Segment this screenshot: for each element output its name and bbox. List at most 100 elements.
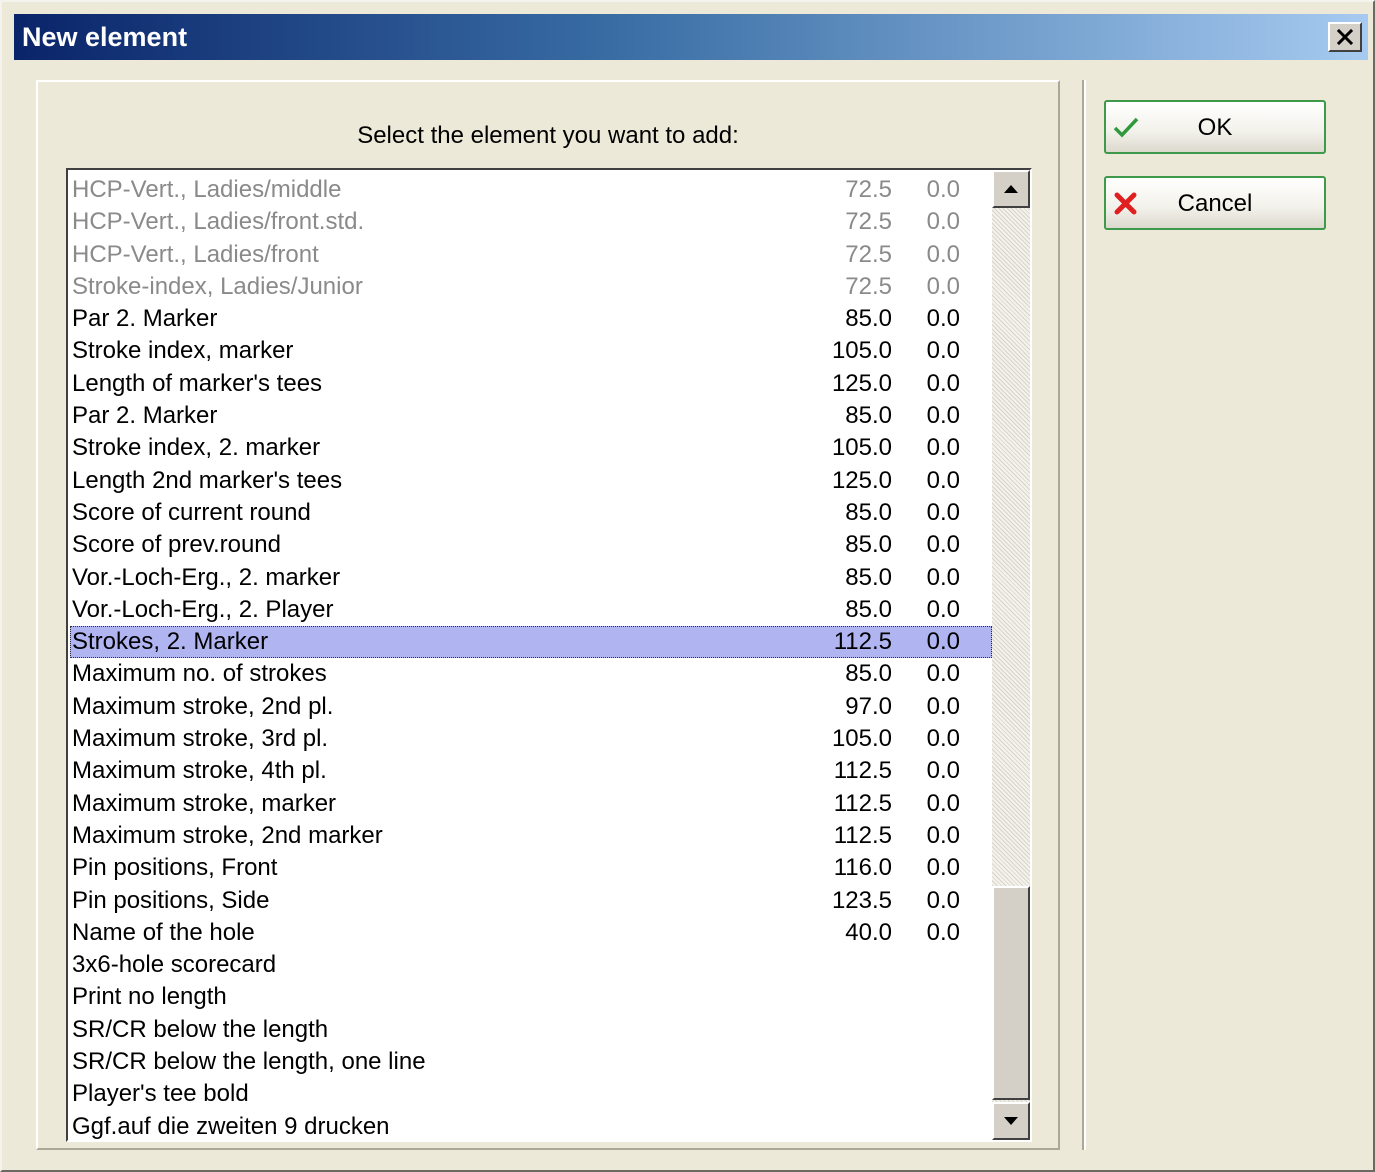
element-name: Par 2. Marker bbox=[72, 402, 218, 430]
element-value-2: 0.0 bbox=[926, 434, 960, 462]
list-item[interactable]: Print no length bbox=[70, 981, 992, 1013]
element-value-2: 0.0 bbox=[926, 272, 960, 300]
element-name: Par 2. Marker bbox=[72, 305, 218, 333]
list-item[interactable]: Vor.-Loch-Erg., 2. Player 85.0 0.0 bbox=[70, 594, 992, 626]
element-name: Ggf.auf die zweiten 9 drucken bbox=[72, 1112, 390, 1140]
list-item[interactable]: HCP-Vert., Ladies/middle 72.5 0.0 bbox=[70, 174, 992, 206]
scroll-down-button[interactable] bbox=[992, 1102, 1030, 1140]
cancel-button[interactable]: Cancel bbox=[1104, 176, 1326, 230]
list-item[interactable]: Pin positions, Side 123.5 0.0 bbox=[70, 885, 992, 917]
list-item[interactable]: Maximum stroke, 3rd pl. 105.0 0.0 bbox=[70, 723, 992, 755]
list-item[interactable]: Maximum no. of strokes 85.0 0.0 bbox=[70, 658, 992, 690]
element-name: Maximum stroke, 2nd pl. bbox=[72, 692, 334, 720]
close-button[interactable] bbox=[1328, 22, 1362, 52]
dialog-window: New element Select the element you want … bbox=[0, 0, 1375, 1172]
element-name: Strokes, 2. Marker bbox=[72, 628, 269, 656]
arrow-down-icon bbox=[1004, 1117, 1018, 1125]
element-name: SR/CR below the length, one line bbox=[72, 1048, 426, 1076]
element-value-1: 72.5 bbox=[845, 240, 892, 268]
element-value-1: 97.0 bbox=[845, 692, 892, 720]
list-item[interactable]: Score of prev.round 85.0 0.0 bbox=[70, 529, 992, 561]
element-name: Length 2nd marker's tees bbox=[72, 466, 343, 494]
element-name: Print no length bbox=[72, 983, 227, 1011]
cancel-button-label: Cancel bbox=[1177, 190, 1253, 217]
list-item[interactable]: Par 2. Marker 85.0 0.0 bbox=[70, 400, 992, 432]
list-item[interactable]: Length of marker's tees 125.0 0.0 bbox=[70, 368, 992, 400]
element-selection-panel: Select the element you want to add: HCP-… bbox=[36, 80, 1060, 1150]
element-value-2: 0.0 bbox=[926, 725, 960, 753]
element-name: Length of marker's tees bbox=[72, 369, 323, 397]
element-value-2: 0.0 bbox=[926, 628, 960, 656]
arrow-up-icon bbox=[1004, 185, 1018, 193]
element-value-1: 112.5 bbox=[833, 628, 892, 656]
element-value-1: 105.0 bbox=[831, 337, 892, 365]
element-value-1: 85.0 bbox=[845, 531, 892, 559]
list-item[interactable]: Strokes, 2. Marker 112.5 0.0 bbox=[70, 626, 992, 659]
list-item[interactable]: Maximum stroke, 4th pl. 112.5 0.0 bbox=[70, 755, 992, 787]
close-icon bbox=[1336, 29, 1354, 45]
element-name: Player's tee bold bbox=[72, 1080, 249, 1108]
element-name: Vor.-Loch-Erg., 2. Player bbox=[72, 595, 334, 623]
window-title: New element bbox=[22, 22, 188, 52]
list-item[interactable]: Vor.-Loch-Erg., 2. marker 85.0 0.0 bbox=[70, 562, 992, 594]
element-name: Maximum stroke, 3rd pl. bbox=[72, 725, 329, 753]
element-value-1: 112.5 bbox=[833, 821, 892, 849]
element-name: Maximum stroke, 4th pl. bbox=[72, 757, 327, 785]
element-value-1: 116.0 bbox=[833, 854, 892, 882]
element-value-2: 0.0 bbox=[926, 531, 960, 559]
element-name: Maximum stroke, 2nd marker bbox=[72, 821, 383, 849]
list-item[interactable]: Player's tee bold bbox=[70, 1078, 992, 1110]
element-name: Score of prev.round bbox=[72, 531, 282, 559]
element-value-2: 0.0 bbox=[926, 757, 960, 785]
list-item[interactable]: HCP-Vert., Ladies/front.std. 72.5 0.0 bbox=[70, 206, 992, 238]
list-item[interactable]: Maximum stroke, marker 112.5 0.0 bbox=[70, 788, 992, 820]
list-item[interactable]: Name of the hole 40.0 0.0 bbox=[70, 917, 992, 949]
element-value-1: 85.0 bbox=[845, 563, 892, 591]
element-list: HCP-Vert., Ladies/middle 72.5 0.0 HCP-Vert.… bbox=[70, 174, 992, 1140]
element-value-1: 112.5 bbox=[833, 757, 892, 785]
element-name: SR/CR below the length bbox=[72, 1015, 329, 1043]
element-name: HCP-Vert., Ladies/front bbox=[72, 240, 319, 268]
element-value-1: 85.0 bbox=[845, 498, 892, 526]
element-value-2: 0.0 bbox=[926, 176, 960, 203]
list-item[interactable]: Stroke index, marker 105.0 0.0 bbox=[70, 335, 992, 367]
element-value-1: 85.0 bbox=[845, 305, 892, 333]
element-name: Stroke-index, Ladies/Junior bbox=[72, 272, 363, 300]
vertical-scrollbar[interactable] bbox=[992, 170, 1030, 1140]
element-value-1: 85.0 bbox=[845, 660, 892, 688]
element-value-1: 105.0 bbox=[831, 434, 892, 462]
element-value-1: 105.0 bbox=[831, 725, 892, 753]
element-value-2: 0.0 bbox=[926, 821, 960, 849]
element-name: Pin positions, Front bbox=[72, 854, 278, 882]
element-name: Name of the hole bbox=[72, 918, 255, 946]
list-item[interactable]: Length 2nd marker's tees 125.0 0.0 bbox=[70, 465, 992, 497]
list-item[interactable]: Stroke index, 2. marker 105.0 0.0 bbox=[70, 432, 992, 464]
list-item[interactable]: Pin positions, Front 116.0 0.0 bbox=[70, 852, 992, 884]
list-item[interactable]: HCP-Vert., Ladies/front 72.5 0.0 bbox=[70, 239, 992, 271]
element-value-1: 125.0 bbox=[831, 369, 892, 397]
element-value-2: 0.0 bbox=[926, 208, 960, 236]
ok-button[interactable]: OK bbox=[1104, 100, 1326, 154]
element-value-1: 125.0 bbox=[831, 466, 892, 494]
list-item[interactable]: Maximum stroke, 2nd marker 112.5 0.0 bbox=[70, 820, 992, 852]
list-item[interactable]: SR/CR below the length, one line bbox=[70, 1046, 992, 1078]
scroll-up-button[interactable] bbox=[992, 170, 1030, 208]
list-item[interactable]: Par 2. Marker 85.0 0.0 bbox=[70, 303, 992, 335]
element-listbox[interactable]: HCP-Vert., Ladies/middle 72.5 0.0 HCP-Vert.… bbox=[66, 168, 1032, 1142]
element-value-2: 0.0 bbox=[926, 337, 960, 365]
list-item[interactable]: Ggf.auf die zweiten 9 drucken bbox=[70, 1111, 992, 1140]
selection-prompt: Select the element you want to add: bbox=[357, 122, 739, 149]
list-item[interactable]: SR/CR below the length bbox=[70, 1014, 992, 1046]
scrollbar-thumb[interactable] bbox=[992, 886, 1030, 1100]
list-item[interactable]: 3x6-hole scorecard bbox=[70, 949, 992, 981]
element-value-2: 0.0 bbox=[926, 466, 960, 494]
element-value-2: 0.0 bbox=[926, 240, 960, 268]
list-item[interactable]: Score of current round 85.0 0.0 bbox=[70, 497, 992, 529]
ok-button-label: OK bbox=[1197, 114, 1233, 141]
element-value-1: 72.5 bbox=[845, 272, 892, 300]
list-item[interactable]: Maximum stroke, 2nd pl. 97.0 0.0 bbox=[70, 691, 992, 723]
element-value-2: 0.0 bbox=[926, 886, 960, 914]
element-name: Vor.-Loch-Erg., 2. marker bbox=[72, 563, 341, 591]
list-item[interactable]: Stroke-index, Ladies/Junior 72.5 0.0 bbox=[70, 271, 992, 303]
element-value-2: 0.0 bbox=[926, 918, 960, 946]
